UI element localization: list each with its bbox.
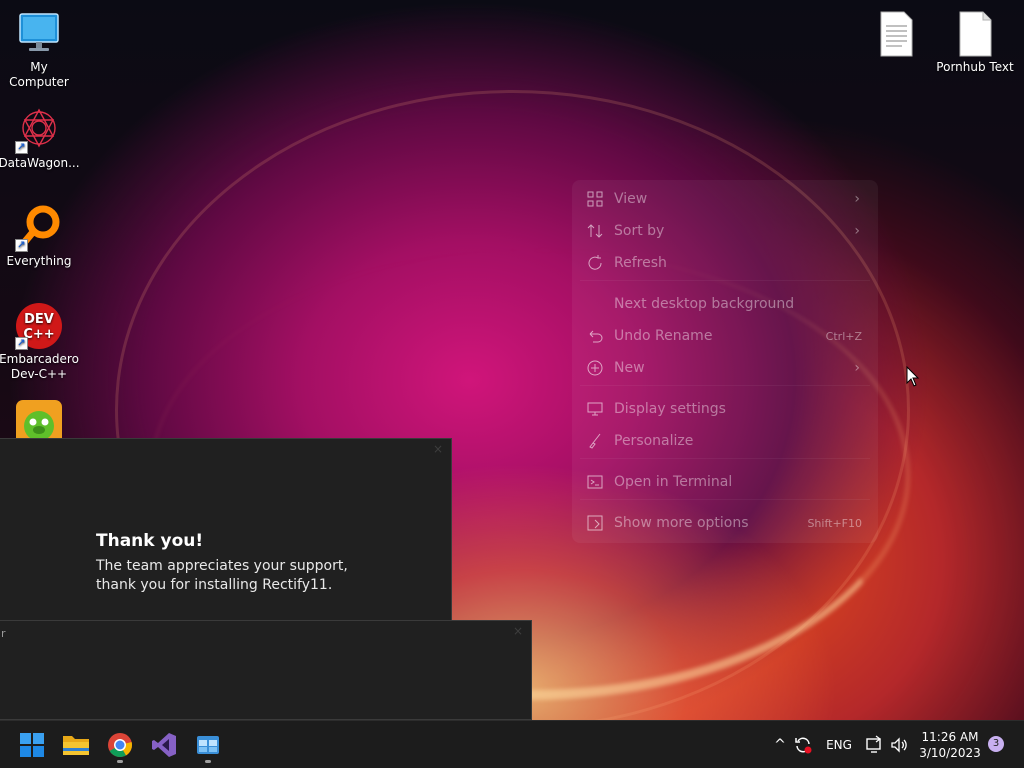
- menu-item-sort-by[interactable]: Sort by ›: [572, 216, 878, 246]
- desktop-context-menu: View › Sort by › Refresh Next desktop ba…: [572, 180, 878, 543]
- running-indicator: [205, 760, 211, 763]
- dialog-edge-text: r: [1, 627, 6, 640]
- desktop-icon-text-file[interactable]: [857, 10, 935, 60]
- taskbar: ^ ENG 11:26 AM 3/10/2023: [0, 720, 1024, 768]
- menu-item-label: Sort by: [614, 223, 665, 239]
- menu-separator: [580, 280, 870, 281]
- language-label: ENG: [826, 738, 852, 752]
- rectify-second-dialog: r ×: [0, 620, 532, 720]
- magnifier-icon: ↗: [15, 204, 63, 252]
- shortcut-arrow-icon: ↗: [15, 141, 28, 154]
- menu-separator: [580, 458, 870, 459]
- menu-item-next-background[interactable]: Next desktop background: [572, 289, 878, 319]
- menu-item-label: Show more options: [614, 515, 749, 531]
- visual-studio-button[interactable]: [144, 725, 184, 765]
- installer-icon: [197, 736, 219, 754]
- network-status-icon[interactable]: [864, 721, 886, 768]
- plus-circle-icon: [587, 360, 603, 376]
- menu-item-label: View: [614, 191, 648, 207]
- desktop-icon-label: Pornhub Text: [936, 60, 1014, 74]
- refresh-icon: [588, 255, 602, 270]
- menu-item-new[interactable]: New ›: [572, 353, 878, 383]
- chevron-right-icon: ›: [854, 223, 860, 239]
- desktop-icon-pornhub-text[interactable]: Pornhub Text: [936, 10, 1014, 75]
- rectify-thanks-dialog: × Thank you! The team appreciates your s…: [0, 438, 452, 622]
- menu-item-label: Refresh: [614, 255, 667, 271]
- devcpp-icon: DEV C++ ↗: [15, 302, 63, 350]
- desktop-icon-label: Embarcadero Dev-C++: [0, 352, 79, 381]
- volume-status-icon[interactable]: [889, 721, 911, 768]
- mouse-cursor-icon: [906, 366, 920, 387]
- monitor-icon: [15, 10, 63, 58]
- windows-logo-icon: [20, 733, 44, 757]
- close-icon[interactable]: ×: [433, 442, 443, 456]
- svg-text:C++: C++: [23, 327, 54, 342]
- start-button[interactable]: [12, 725, 52, 765]
- sync-icon: [795, 737, 812, 754]
- close-icon[interactable]: ×: [513, 624, 523, 638]
- chrome-icon: [108, 733, 132, 758]
- menu-item-label: Display settings: [614, 401, 726, 417]
- desktop-icon-datawagon[interactable]: ↗ DataWagon...: [0, 106, 80, 171]
- clock-time: 11:26 AM: [921, 730, 979, 744]
- chevron-right-icon: ›: [854, 191, 860, 207]
- desktop-icon-devcpp[interactable]: DEV C++ ↗ Embarcadero Dev-C++: [0, 302, 79, 382]
- clock-date: 3/10/2023: [919, 746, 981, 760]
- svg-text:DEV: DEV: [24, 312, 54, 327]
- desktop-icon-label: Everything: [6, 254, 72, 268]
- taskbar-clock[interactable]: 11:26 AM 3/10/2023: [914, 729, 986, 761]
- menu-item-show-more-options[interactable]: Show more options Shift+F10: [572, 508, 878, 538]
- tray-overflow-chevron[interactable]: ^: [772, 721, 788, 768]
- text-document-icon: [872, 10, 920, 58]
- speaker-icon: [891, 737, 907, 753]
- dialog-message: The team appreciates your support, thank…: [96, 558, 348, 593]
- chevron-right-icon: ›: [854, 360, 860, 376]
- visual-studio-icon: [152, 733, 176, 757]
- menu-item-refresh[interactable]: Refresh: [572, 248, 878, 278]
- display-icon: [587, 402, 603, 416]
- running-indicator: [117, 760, 123, 763]
- undo-icon: [589, 330, 603, 343]
- blank-document-icon: [951, 10, 999, 58]
- menu-item-undo-rename[interactable]: Undo Rename Ctrl+Z: [572, 321, 878, 351]
- menu-item-display-settings[interactable]: Display settings: [572, 394, 878, 424]
- menu-item-shortcut: Ctrl+Z: [825, 329, 862, 343]
- desktop-icon-label: DataWagon...: [0, 156, 80, 170]
- desktop-icon-my-computer[interactable]: My Computer: [0, 10, 78, 90]
- rectify-installer-button[interactable]: [188, 725, 228, 765]
- network-icon: [866, 735, 881, 753]
- more-options-icon: [587, 515, 603, 531]
- brush-icon: [589, 433, 601, 449]
- grid-icon: [587, 191, 603, 207]
- shortcut-arrow-icon: ↗: [15, 337, 28, 350]
- menu-item-shortcut: Shift+F10: [807, 516, 862, 530]
- menu-item-open-terminal[interactable]: Open in Terminal: [572, 467, 878, 497]
- desktop-icon-everything[interactable]: ↗ Everything: [0, 204, 78, 269]
- menu-item-view[interactable]: View ›: [572, 184, 878, 214]
- desktop-icon-label: My Computer: [9, 60, 69, 89]
- terminal-icon: [587, 475, 603, 489]
- sync-status-icon[interactable]: [793, 721, 815, 768]
- chevron-up-icon: ^: [774, 737, 786, 753]
- shortcut-arrow-icon: ↗: [15, 239, 28, 252]
- sort-icon: [587, 224, 603, 238]
- menu-item-label: Personalize: [614, 433, 694, 449]
- dialog-title: Thank you!: [96, 531, 204, 551]
- menu-separator: [580, 499, 870, 500]
- menu-item-label: Open in Terminal: [614, 474, 733, 490]
- menu-item-label: Next desktop background: [614, 296, 795, 312]
- datawagon-icon: ↗: [15, 106, 63, 154]
- language-indicator[interactable]: ENG: [824, 721, 854, 768]
- menu-separator: [580, 385, 870, 386]
- notification-badge[interactable]: 3: [988, 736, 1004, 752]
- menu-item-label: Undo Rename: [614, 328, 713, 344]
- chrome-button[interactable]: [100, 725, 140, 765]
- menu-item-personalize[interactable]: Personalize: [572, 426, 878, 456]
- file-explorer-button[interactable]: [56, 725, 96, 765]
- menu-item-label: New: [614, 360, 645, 376]
- folder-icon: [63, 736, 89, 755]
